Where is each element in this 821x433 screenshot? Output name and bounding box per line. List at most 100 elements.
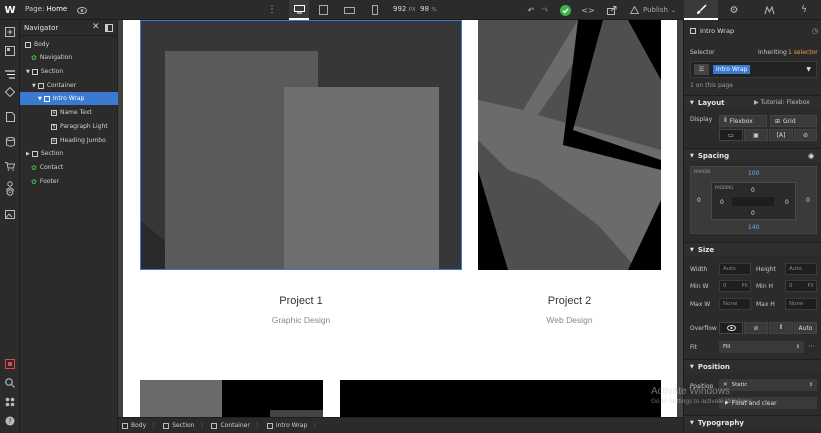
- tree-item-heading-jumbo[interactable]: H Heading Jumbo: [20, 134, 118, 147]
- record-stop-icon[interactable]: [4, 358, 16, 370]
- padding-left-value[interactable]: 0: [720, 199, 724, 206]
- caret-down-icon[interactable]: ▼: [32, 83, 36, 89]
- max-width-input[interactable]: None: [719, 298, 751, 310]
- tablet-breakpoint-icon[interactable]: [316, 4, 330, 16]
- selector-label: Selector: [690, 49, 715, 56]
- layout-section-header[interactable]: ▼ Layout ▶ Tutorial: Flexbox: [684, 95, 821, 109]
- chevron-down-icon[interactable]: ▼: [806, 66, 811, 73]
- tree-item-section[interactable]: ▼ Section: [20, 65, 118, 78]
- breadcrumb-intro-wrap[interactable]: Intro Wrap: [266, 422, 307, 429]
- settings-gear-icon[interactable]: ⚙: [727, 4, 741, 16]
- code-export-icon[interactable]: <>: [581, 4, 594, 16]
- tree-item-container[interactable]: ▼ Container: [20, 79, 118, 92]
- caret-down-icon[interactable]: ▼: [38, 96, 42, 102]
- tree-item-section-2[interactable]: ▶ Section: [20, 147, 118, 160]
- grid-option[interactable]: ⊞ Grid: [770, 115, 817, 127]
- search-icon[interactable]: [4, 377, 16, 389]
- navigator-icon[interactable]: [4, 68, 16, 80]
- overflow-scroll-option[interactable]: ⦀: [769, 322, 793, 334]
- webflow-logo[interactable]: W: [3, 3, 17, 17]
- tree-item-contact[interactable]: ✿ Contact: [20, 161, 118, 174]
- tree-item-paragraph-light[interactable]: ¶ Paragraph Light: [20, 120, 118, 133]
- symbols-icon[interactable]: [4, 86, 16, 98]
- lightning-icon[interactable]: ϟ: [798, 4, 810, 16]
- tree-item-footer[interactable]: ✿ Footer: [20, 175, 118, 188]
- typography-section-header[interactable]: ▼ Typography: [684, 415, 821, 429]
- interactions-icon[interactable]: [762, 4, 776, 16]
- padding-right-value[interactable]: 0: [785, 199, 789, 206]
- breadcrumb-section[interactable]: Section: [163, 422, 194, 429]
- display-inline-option[interactable]: [A]: [769, 129, 793, 141]
- display-inline-block-option[interactable]: ▣: [744, 129, 768, 141]
- padding-bottom-value[interactable]: 0: [751, 210, 755, 217]
- min-width-input[interactable]: 0 PX: [719, 280, 751, 292]
- options-icon[interactable]: ◷: [812, 27, 818, 35]
- tree-item-navigation[interactable]: ✿ Navigation: [20, 51, 118, 64]
- tutorial-link[interactable]: ▶ Tutorial: Flexbox: [754, 99, 810, 106]
- margin-left-value[interactable]: 0: [697, 197, 701, 204]
- min-height-input[interactable]: 0 PX: [785, 280, 817, 292]
- style-brush-icon[interactable]: [684, 0, 718, 20]
- left-gear-icon[interactable]: ⚙: [3, 186, 17, 200]
- more-options-icon[interactable]: ⋯: [808, 342, 815, 350]
- pages-icon[interactable]: [4, 45, 16, 57]
- tree-item-body[interactable]: Body: [20, 38, 118, 51]
- add-panel-icon[interactable]: [4, 26, 16, 38]
- project-4-image[interactable]: [340, 380, 661, 417]
- margin-top-value[interactable]: 100: [748, 170, 759, 177]
- height-input[interactable]: Auto: [785, 263, 817, 275]
- width-input[interactable]: Auto: [719, 263, 751, 275]
- share-icon[interactable]: [606, 4, 618, 16]
- page-selector[interactable]: Page: Home: [25, 5, 67, 13]
- body-box-icon: [25, 41, 31, 48]
- undo-icon[interactable]: ↶: [526, 4, 536, 16]
- display-block-option[interactable]: ▭: [719, 129, 743, 141]
- media-icon[interactable]: [4, 208, 16, 220]
- spacing-toggle-icon[interactable]: ◉: [808, 152, 814, 160]
- redo-icon[interactable]: ↷: [540, 4, 550, 16]
- assets-icon[interactable]: [4, 111, 16, 123]
- design-canvas[interactable]: Project 1 Graphic Design Project 2 Web D…: [123, 20, 677, 417]
- ecommerce-cart-icon[interactable]: [4, 160, 16, 172]
- apps-icon[interactable]: [4, 396, 16, 408]
- padding-box[interactable]: PADDING 0 0 0 0: [711, 182, 796, 220]
- class-chip[interactable]: Intro Wrap: [713, 65, 751, 74]
- position-section-header[interactable]: ▼ Position: [684, 359, 821, 373]
- overflow-hidden-option[interactable]: ⊘: [744, 322, 768, 334]
- tree-item-intro-wrap[interactable]: ▼ Intro Wrap: [20, 92, 118, 105]
- caret-down-icon[interactable]: ▼: [26, 69, 30, 75]
- max-height-input[interactable]: None: [785, 298, 817, 310]
- tree-item-name-text[interactable]: H Name Text: [20, 106, 118, 119]
- margin-right-value[interactable]: 0: [806, 197, 810, 204]
- selector-field[interactable]: ☰ Intro Wrap ▼: [690, 61, 817, 78]
- fit-select[interactable]: Fill ⇕: [719, 341, 804, 353]
- breadcrumb-body[interactable]: Body: [122, 422, 146, 429]
- caret-right-icon[interactable]: ▶: [26, 151, 30, 157]
- selector-menu-icon[interactable]: ☰: [694, 64, 709, 75]
- selector-count[interactable]: 1 selector: [788, 49, 818, 56]
- breadcrumb-container[interactable]: Container: [211, 422, 250, 429]
- overflow-visible-option[interactable]: [719, 322, 743, 334]
- overflow-auto-option[interactable]: Auto: [794, 322, 817, 334]
- help-icon[interactable]: ?: [4, 415, 16, 427]
- eye-icon[interactable]: [76, 4, 88, 16]
- cms-database-icon[interactable]: [4, 136, 16, 148]
- flexbox-option[interactable]: ⦀ Flexbox: [719, 115, 767, 127]
- mobile-landscape-icon[interactable]: [342, 4, 356, 16]
- project-2-image[interactable]: [478, 20, 661, 270]
- spacing-section-header[interactable]: ▼ Spacing ◉: [684, 148, 821, 162]
- inheriting-label: Inheriting: [758, 49, 787, 56]
- more-icon[interactable]: ⋮: [268, 4, 277, 16]
- size-section-header[interactable]: ▼ Size: [684, 242, 821, 256]
- margin-box[interactable]: MARGIN 100 0 0 140 PADDING 0 0 0 0: [690, 166, 817, 234]
- project-1-image[interactable]: [140, 20, 462, 270]
- margin-bottom-value[interactable]: 140: [748, 224, 759, 231]
- desktop-breakpoint-icon[interactable]: [289, 0, 309, 20]
- close-icon[interactable]: ✕: [92, 22, 100, 32]
- display-none-option[interactable]: ⊘: [794, 129, 817, 141]
- publish-button[interactable]: Publish ⌄: [630, 3, 680, 17]
- padding-top-value[interactable]: 0: [751, 187, 755, 194]
- dock-panel-icon[interactable]: [105, 24, 113, 34]
- mobile-portrait-icon[interactable]: [369, 4, 381, 16]
- project-3-image[interactable]: [140, 380, 323, 417]
